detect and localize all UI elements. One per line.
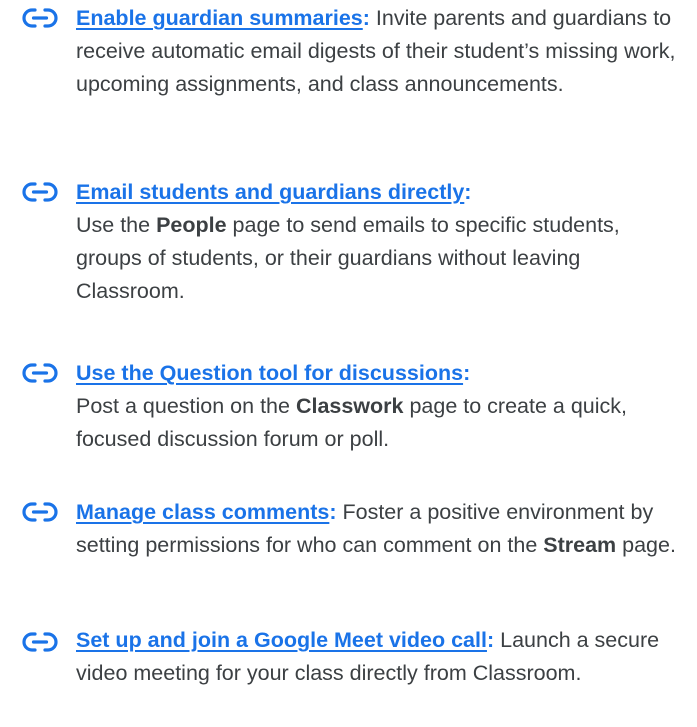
classwork-page-name: Classwork <box>295 394 404 418</box>
link-icon <box>22 181 58 203</box>
item-text: Set up and join a Google Meet video call… <box>76 624 691 690</box>
item-colon: : <box>329 500 337 524</box>
stream-page-name: Stream <box>543 533 617 557</box>
people-page-name: People <box>156 213 227 237</box>
item-description: Post a question on the <box>76 394 296 418</box>
tips-list: Enable guardian summaries: Invite parent… <box>0 0 697 727</box>
enable-guardian-summaries-link[interactable]: Enable guardian summaries <box>76 6 363 30</box>
question-tool-link[interactable]: Use the Question tool for discussions <box>76 361 463 385</box>
item-description: Use the <box>76 213 157 237</box>
item-colon: : <box>463 361 471 385</box>
email-students-guardians-link[interactable]: Email students and guardians directly <box>76 180 464 204</box>
item-description-end: page. <box>616 533 676 557</box>
link-icon <box>22 7 58 29</box>
item-text: Enable guardian summaries: Invite parent… <box>76 2 691 101</box>
manage-class-comments-link[interactable]: Manage class comments <box>76 500 329 524</box>
link-icon <box>22 501 58 523</box>
item-colon: : <box>464 180 472 204</box>
link-icon <box>22 631 58 653</box>
item-colon: : <box>362 6 370 30</box>
google-meet-link[interactable]: Set up and join a Google Meet video call <box>76 628 487 652</box>
item-text: Use the Question tool for discussions: P… <box>76 357 691 456</box>
item-text: Manage class comments: Foster a positive… <box>76 496 691 562</box>
item-text: Email students and guardians directly: U… <box>76 176 691 308</box>
link-icon <box>22 362 58 384</box>
